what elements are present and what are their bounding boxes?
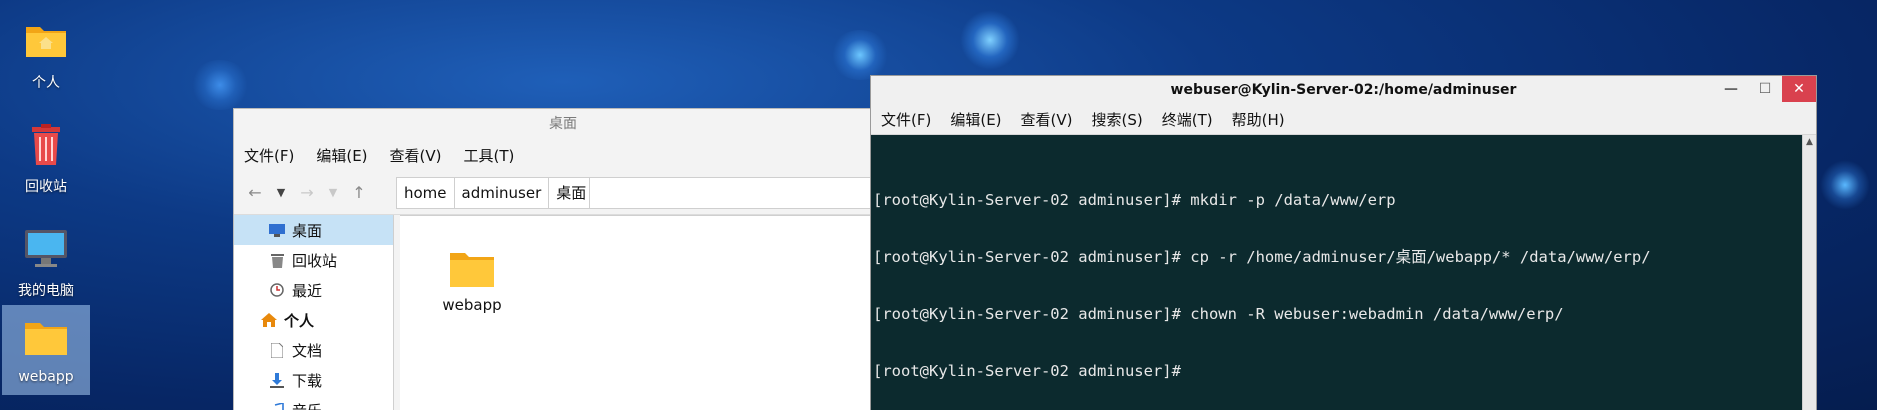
desktop-icon-label: 回收站 <box>25 179 67 195</box>
folder-home-icon <box>20 16 72 66</box>
terminal-window: webuser@Kylin-Server-02:/home/adminuser … <box>870 75 1817 410</box>
menu-edit[interactable]: 编辑(E) <box>316 145 367 166</box>
desktop-icon-trash[interactable]: 回收站 <box>2 112 90 202</box>
address-field[interactable] <box>590 176 892 209</box>
folder-icon <box>436 248 508 294</box>
up-arrow-icon[interactable]: ↑ <box>346 183 372 202</box>
terminal-line: [root@Kylin-Server-02 adminuser]# <box>873 362 1181 380</box>
file-view[interactable]: webapp <box>400 215 892 410</box>
breadcrumb-home[interactable]: home <box>397 177 455 208</box>
sidebar-item-label: 文档 <box>292 341 323 360</box>
desktop-icon-label: 我的电脑 <box>18 283 74 299</box>
close-icon[interactable]: ✕ <box>1782 76 1816 102</box>
sidebar-item-label: 个人 <box>284 311 315 330</box>
history-dropdown-icon[interactable]: ▼ <box>268 186 294 199</box>
menu-bar: 文件(F) 编辑(E) 查看(V) 搜索(S) 终端(T) 帮助(H) <box>871 105 1816 135</box>
desktop-icon-personal[interactable]: 个人 <box>2 8 90 98</box>
menu-search[interactable]: 搜索(S) <box>1092 109 1143 130</box>
desktop-icon-computer[interactable]: 我的电脑 <box>2 216 90 306</box>
sidebar-item-music[interactable]: 音乐 <box>234 395 393 410</box>
terminal-title-text: webuser@Kylin-Server-02:/home/adminuser <box>1170 82 1517 98</box>
music-icon <box>268 403 286 410</box>
maximize-icon[interactable]: ☐ <box>1748 76 1782 102</box>
menu-file[interactable]: 文件(F) <box>244 145 294 166</box>
terminal-line: [root@Kylin-Server-02 adminuser]# chown … <box>873 305 1564 323</box>
terminal-line: [root@Kylin-Server-02 adminuser]# cp -r … <box>873 248 1651 266</box>
desktop-icon-label: webapp <box>18 369 74 385</box>
trash-icon <box>20 120 72 170</box>
computer-icon <box>20 224 72 274</box>
back-arrow-icon[interactable]: ← <box>242 183 268 202</box>
breadcrumb-adminuser[interactable]: adminuser <box>455 177 550 208</box>
desktop-icon-label: 个人 <box>32 75 60 91</box>
sidebar-item-label: 桌面 <box>292 221 323 240</box>
scrollbar[interactable]: ▲ <box>1802 135 1816 410</box>
file-item-webapp[interactable]: webapp <box>436 248 508 314</box>
terminal-line: [root@Kylin-Server-02 adminuser]# mkdir … <box>873 191 1396 209</box>
menu-tools[interactable]: 工具(T) <box>464 145 515 166</box>
window-title: webuser@Kylin-Server-02:/home/adminuser … <box>871 76 1816 105</box>
file-manager-window: 桌面 文件(F) 编辑(E) 查看(V) 工具(T) ← ▼ → ▼ ↑ hom… <box>233 108 893 410</box>
file-name: webapp <box>442 296 502 314</box>
forward-dropdown-icon[interactable]: ▼ <box>320 186 346 199</box>
breadcrumb-desktop[interactable]: 桌面 <box>549 178 589 208</box>
sidebar-item-trash[interactable]: 回收站 <box>234 245 393 275</box>
sidebar-item-label: 回收站 <box>292 251 338 270</box>
trash-icon <box>268 253 286 268</box>
minimize-icon[interactable]: — <box>1714 76 1748 102</box>
document-icon <box>268 342 286 358</box>
sidebar-item-personal[interactable]: 个人 <box>234 305 393 335</box>
terminal-output[interactable]: [root@Kylin-Server-02 adminuser]# mkdir … <box>871 135 1816 410</box>
home-icon <box>260 313 278 327</box>
sidebar-item-label: 下载 <box>292 371 323 390</box>
download-icon <box>268 372 286 388</box>
breadcrumb: home adminuser 桌面 <box>396 176 591 209</box>
menu-view[interactable]: 查看(V) <box>390 145 442 166</box>
sidebar-item-documents[interactable]: 文档 <box>234 335 393 365</box>
menu-help[interactable]: 帮助(H) <box>1232 109 1285 130</box>
sidebar-item-label: 音乐 <box>292 400 322 410</box>
folder-icon <box>20 313 72 363</box>
desktop-icon <box>268 223 286 237</box>
menu-view[interactable]: 查看(V) <box>1021 109 1073 130</box>
window-controls: — ☐ ✕ <box>1714 76 1816 105</box>
sidebar-item-label: 最近 <box>292 281 323 300</box>
menu-bar: 文件(F) 编辑(E) 查看(V) 工具(T) <box>234 139 892 171</box>
sidebar-item-downloads[interactable]: 下载 <box>234 365 393 395</box>
forward-arrow-icon[interactable]: → <box>294 183 320 202</box>
window-title: 桌面 <box>234 109 892 139</box>
scroll-up-icon[interactable]: ▲ <box>1803 135 1816 149</box>
sidebar-item-recent[interactable]: 最近 <box>234 275 393 305</box>
sidebar: 桌面 回收站 最近 个人 文档 下载 <box>234 215 394 410</box>
desktop-icon-webapp[interactable]: webapp <box>2 305 90 395</box>
sidebar-item-desktop[interactable]: 桌面 <box>234 215 393 245</box>
menu-file[interactable]: 文件(F) <box>881 109 931 130</box>
clock-icon <box>268 283 286 297</box>
menu-edit[interactable]: 编辑(E) <box>950 109 1001 130</box>
menu-terminal[interactable]: 终端(T) <box>1162 109 1213 130</box>
navigation-bar: ← ▼ → ▼ ↑ home adminuser 桌面 <box>234 171 892 215</box>
